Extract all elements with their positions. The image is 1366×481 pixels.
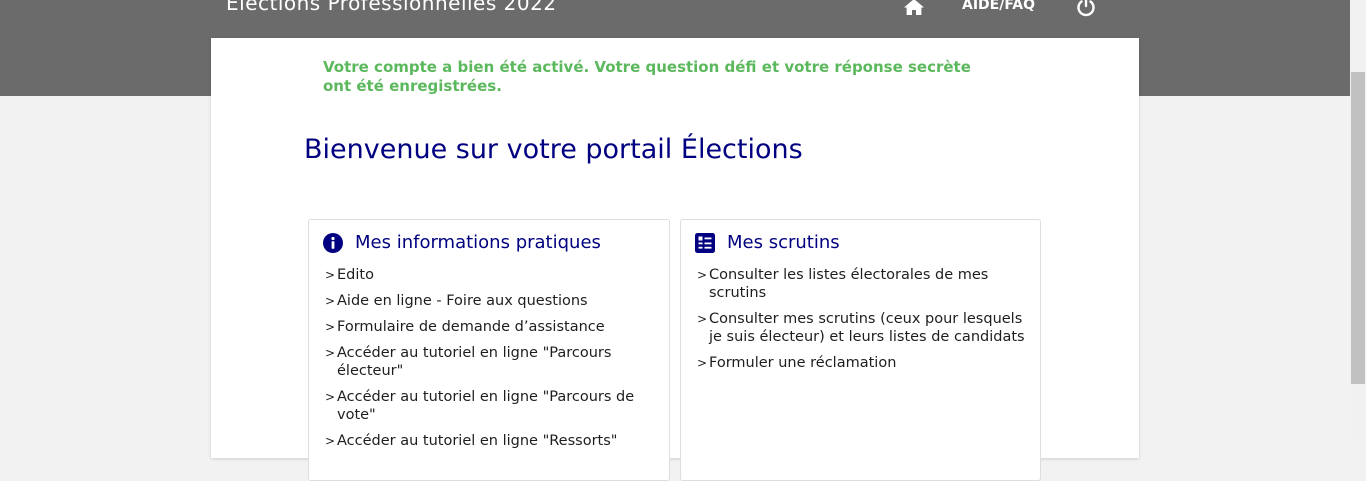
info-link-assistance[interactable]: > Formulaire de demande d’assistance bbox=[325, 318, 655, 336]
chevron-right-icon: > bbox=[697, 356, 708, 370]
scrutins-link-reclamation[interactable]: > Formuler une réclamation bbox=[697, 354, 1027, 372]
info-panel-title: Mes informations pratiques bbox=[355, 232, 601, 253]
info-icon bbox=[323, 232, 343, 253]
chevron-right-icon: > bbox=[697, 312, 708, 326]
aide-faq-link[interactable]: AIDE/FAQ bbox=[962, 0, 1035, 13]
chevron-right-icon: > bbox=[325, 346, 336, 360]
chevron-right-icon: > bbox=[697, 268, 708, 282]
scrutins-panel-header: Mes scrutins bbox=[695, 232, 840, 253]
info-panel: Mes informations pratiques > Edito > Aide … bbox=[308, 219, 670, 481]
chevron-right-icon: > bbox=[325, 320, 336, 334]
info-link-tutoriel-ressorts[interactable]: > Accéder au tutoriel en ligne "Ressorts" bbox=[325, 432, 655, 450]
info-link-faq[interactable]: > Aide en ligne - Foire aux questions bbox=[325, 292, 655, 310]
chevron-right-icon: > bbox=[325, 294, 336, 308]
success-message: Votre compte a bien été activé. Votre qu… bbox=[323, 58, 971, 95]
info-link-tutoriel-electeur[interactable]: > Accéder au tutoriel en ligne "Parcours … bbox=[325, 344, 655, 380]
chevron-right-icon: > bbox=[325, 434, 336, 448]
info-link-tutoriel-vote[interactable]: > Accéder au tutoriel en ligne "Parcours … bbox=[325, 388, 655, 424]
scrutins-link-mes-scrutins[interactable]: > Consulter mes scrutins (ceux pour lesqu… bbox=[697, 310, 1027, 346]
main-card: Votre compte a bien été activé. Votre qu… bbox=[211, 38, 1139, 481]
home-button[interactable] bbox=[903, 0, 925, 16]
list-icon bbox=[695, 232, 715, 253]
info-links: > Edito > Aide en ligne - Foire aux questi… bbox=[325, 266, 655, 458]
scrutins-panel: Mes scrutins > Consulter les listes élect… bbox=[680, 219, 1041, 481]
chevron-right-icon: > bbox=[325, 268, 336, 282]
info-panel-header: Mes informations pratiques bbox=[323, 232, 601, 253]
scrutins-panel-title: Mes scrutins bbox=[727, 232, 840, 253]
home-icon bbox=[904, 0, 924, 15]
page-title: Bienvenue sur votre portail Élections bbox=[304, 134, 803, 165]
app-title: Élections Professionnelles 2022 bbox=[226, 0, 557, 15]
power-icon bbox=[1077, 0, 1095, 17]
logout-button[interactable] bbox=[1075, 0, 1097, 18]
info-link-edito[interactable]: > Edito bbox=[325, 266, 655, 284]
scrutins-link-listes-electorales[interactable]: > Consulter les listes électorales de mes… bbox=[697, 266, 1027, 302]
scrollbar-thumb[interactable] bbox=[1351, 72, 1365, 384]
scrutins-links: > Consulter les listes électorales de mes… bbox=[697, 266, 1027, 380]
chevron-right-icon: > bbox=[325, 390, 336, 404]
